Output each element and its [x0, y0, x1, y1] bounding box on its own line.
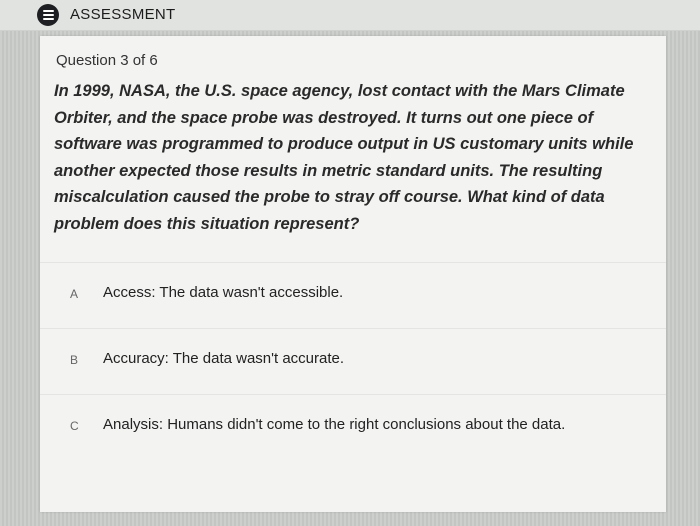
- question-text: In 1999, NASA, the U.S. space agency, lo…: [54, 82, 634, 233]
- choice-letter: A: [70, 287, 79, 301]
- top-bar: ASSESSMENT: [0, 0, 700, 31]
- choice-letter: C: [70, 419, 79, 433]
- choice-text: Access: The data wasn't accessible.: [103, 284, 344, 301]
- question-card: Question 3 of 6 In 1999, NASA, the U.S. …: [40, 36, 666, 512]
- choice-c[interactable]: C Analysis: Humans didn't come to the ri…: [40, 394, 666, 460]
- answer-choices: A Access: The data wasn't accessible. B …: [40, 262, 666, 460]
- choice-b[interactable]: B Accuracy: The data wasn't accurate.: [40, 328, 666, 394]
- choice-a[interactable]: A Access: The data wasn't accessible.: [40, 262, 666, 328]
- choice-text: Accuracy: The data wasn't accurate.: [103, 350, 345, 367]
- choice-letter: B: [70, 353, 79, 367]
- choice-text: Analysis: Humans didn't come to the righ…: [103, 416, 566, 433]
- menu-icon[interactable]: [37, 4, 59, 26]
- page-title: ASSESSMENT: [70, 6, 176, 23]
- question-progress: Question 3 of 6: [56, 52, 158, 69]
